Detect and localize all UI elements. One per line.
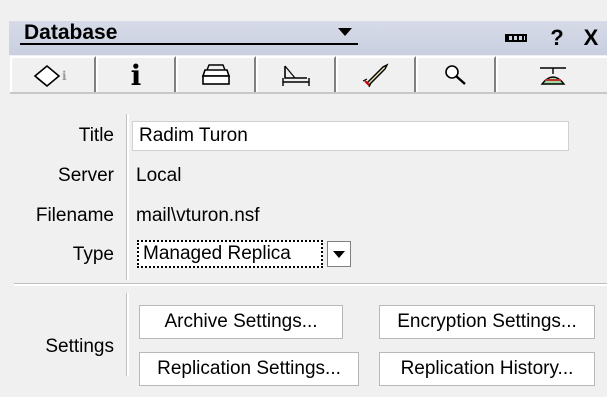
tab-design[interactable] [256,56,336,92]
type-selected-value[interactable]: Managed Replica [137,240,323,268]
svg-text:i: i [62,69,67,83]
title-label: Title [78,125,114,146]
title-field[interactable]: Radim Turon [132,121,569,151]
rocket-icon [362,63,389,88]
tab-strip: i i [10,56,607,92]
settings-column-divider [126,293,129,376]
chevron-down-icon [332,250,345,258]
info-icon: i [130,58,142,92]
type-dropdown[interactable]: Managed Replica [137,240,351,268]
label-column-divider [126,114,129,280]
replication-history-button[interactable]: Replication History... [379,352,595,386]
tab-advanced[interactable] [496,56,607,92]
settings-label: Settings [45,336,114,357]
triangle-ruler-icon [282,65,310,86]
tab-launch[interactable] [336,56,416,92]
type-dropdown-button[interactable] [326,241,351,267]
close-icon[interactable]: X [581,27,601,49]
tab-basics[interactable]: i [10,56,96,92]
tab-print[interactable] [176,56,256,92]
tab-full-text[interactable] [416,56,496,92]
server-value: Local [136,165,182,186]
encryption-settings-button[interactable]: Encryption Settings... [379,305,595,339]
help-icon[interactable]: ? [547,27,567,49]
filename-label: Filename [35,205,114,226]
propeller-hat-icon [539,67,566,85]
type-label: Type [72,244,114,265]
filename-value: mail\vturon.nsf [136,205,260,226]
properties-type-selector[interactable]: Database [20,21,358,45]
printer-icon [201,64,231,85]
archive-settings-button[interactable]: Archive Settings... [139,305,343,339]
chevron-down-icon [338,28,352,36]
properties-type-label: Database [24,21,118,44]
properties-title-bar: Database ? X [9,21,607,55]
replication-settings-button[interactable]: Replication Settings... [139,352,359,386]
tab-info[interactable]: i [96,56,176,92]
tab-strip-divider [10,92,607,94]
server-label: Server [58,165,114,186]
pin-icon[interactable] [505,34,527,42]
book-icon: i [33,64,67,88]
magnifier-icon [445,65,466,85]
section-separator [14,283,607,286]
